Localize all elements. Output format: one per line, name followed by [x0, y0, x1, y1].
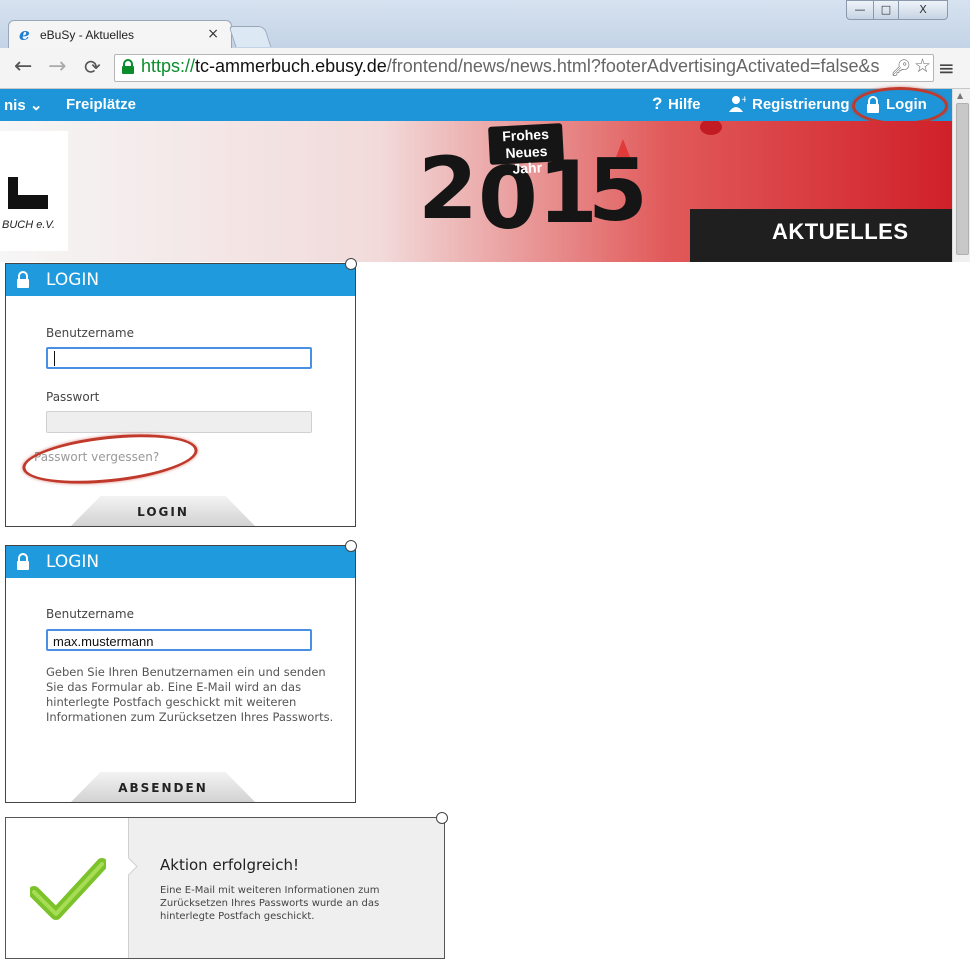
site-navigation: nis ⌄ Freiplätze ? Hilfe + Registrierung… [0, 87, 952, 125]
button-label: LOGIN [137, 505, 189, 519]
window-close-button[interactable]: X [898, 0, 948, 20]
reload-icon[interactable]: ⟳ [84, 55, 101, 79]
address-bar[interactable]: https://tc-ammerbuch.ebusy.de/frontend/n… [114, 54, 934, 82]
nav-item-freiplaetze[interactable]: Freiplätze [66, 96, 136, 113]
username-label: Benutzername [46, 607, 134, 621]
forward-arrow-icon[interactable]: → [48, 54, 66, 79]
login-dialog: LOGIN Benutzername Passwort Passwort ver… [5, 263, 356, 527]
success-icon-area [6, 818, 129, 958]
success-message: Eine E-Mail mit weiteren Informationen z… [160, 885, 380, 922]
tab-close-icon[interactable]: × [207, 26, 219, 42]
lock-icon [17, 271, 29, 288]
dialog-header: LOGIN [6, 264, 355, 296]
dialog-header: LOGIN [6, 546, 355, 578]
section-title: AKTUELLES [772, 219, 909, 244]
password-label: Passwort [46, 390, 100, 404]
reset-help-text: Geben Sie Ihren Benutzernamen ein und se… [46, 665, 334, 724]
help-question-icon: ? [652, 94, 663, 113]
login-submit-button[interactable]: LOGIN [71, 496, 255, 526]
text-cursor [54, 351, 55, 366]
year-digit-1: 2 [418, 139, 478, 239]
highlight-ring-login [852, 87, 948, 125]
window-maximize-button[interactable]: □ [873, 0, 899, 20]
page-scrollbar[interactable]: ▲ [952, 89, 970, 262]
checkmark-icon [30, 858, 106, 920]
browser-window: e eBuSy - Aktuelles × — □ X ← → ⟳ https:… [0, 0, 970, 262]
highlight-ring-forgot [20, 426, 200, 492]
username-label: Benutzername [46, 326, 134, 340]
window-minimize-button[interactable]: — [846, 0, 874, 20]
balloon-icon [700, 121, 722, 135]
new-tab-button[interactable] [228, 26, 272, 47]
nav-hilfe[interactable]: Hilfe [668, 96, 701, 113]
dialog-close-icon[interactable] [436, 812, 448, 824]
section-header: AKTUELLES [690, 209, 952, 262]
tab-title: eBuSy - Aktuelles [40, 28, 135, 42]
register-user-icon: + [729, 95, 746, 112]
greeting-line-2: Neues Jahr [505, 142, 548, 177]
club-logo[interactable]: BUCH e.V. [0, 131, 68, 251]
browser-toolbar: ← → ⟳ https://tc-ammerbuch.ebusy.de/fron… [0, 48, 970, 89]
password-input[interactable] [46, 411, 312, 433]
nav-item-partial[interactable]: nis ⌄ [4, 96, 42, 114]
dialog-title: LOGIN [46, 552, 100, 572]
scroll-thumb[interactable] [956, 103, 969, 255]
logo-text: BUCH e.V. [2, 219, 55, 231]
button-label: ABSENDEN [118, 781, 208, 795]
tab-ebusy-aktuelles[interactable]: e eBuSy - Aktuelles × [8, 20, 232, 49]
reset-password-dialog: LOGIN Benutzername max.mustermann Geben … [5, 545, 356, 803]
success-dialog: Aktion erfolgreich! Eine E-Mail mit weit… [5, 817, 445, 959]
url-text: https://tc-ammerbuch.ebusy.de/frontend/n… [141, 56, 880, 76]
dialog-title: LOGIN [46, 270, 100, 290]
back-arrow-icon[interactable]: ← [14, 54, 32, 79]
bookmark-star-icon[interactable]: ☆ [914, 55, 931, 77]
username-input[interactable] [46, 347, 312, 369]
logo-mark-stem [8, 177, 18, 199]
secure-lock-icon [122, 59, 134, 74]
success-title: Aktion erfolgreich! [160, 856, 299, 874]
nav-registrierung[interactable]: Registrierung [752, 96, 850, 113]
send-button[interactable]: ABSENDEN [71, 772, 255, 802]
lock-icon [17, 553, 29, 570]
svg-text:+: + [741, 95, 746, 105]
header-banner: BUCH e.V. 2 0 1 5 Frohes Neues Jahr AKTU… [0, 121, 952, 262]
key-icon[interactable]: 🔑︎ [891, 58, 911, 77]
ebusy-favicon-icon: e [19, 25, 30, 45]
dialog-close-icon[interactable] [345, 540, 357, 552]
menu-hamburger-icon[interactable]: ≡ [938, 56, 955, 80]
scroll-up-arrow-icon[interactable]: ▲ [957, 91, 963, 100]
greeting-sign: Frohes Neues Jahr [488, 123, 564, 177]
dialog-close-icon[interactable] [345, 258, 357, 270]
tab-strip: e eBuSy - Aktuelles × — □ X [0, 0, 970, 49]
username-input[interactable]: max.mustermann [46, 629, 312, 651]
